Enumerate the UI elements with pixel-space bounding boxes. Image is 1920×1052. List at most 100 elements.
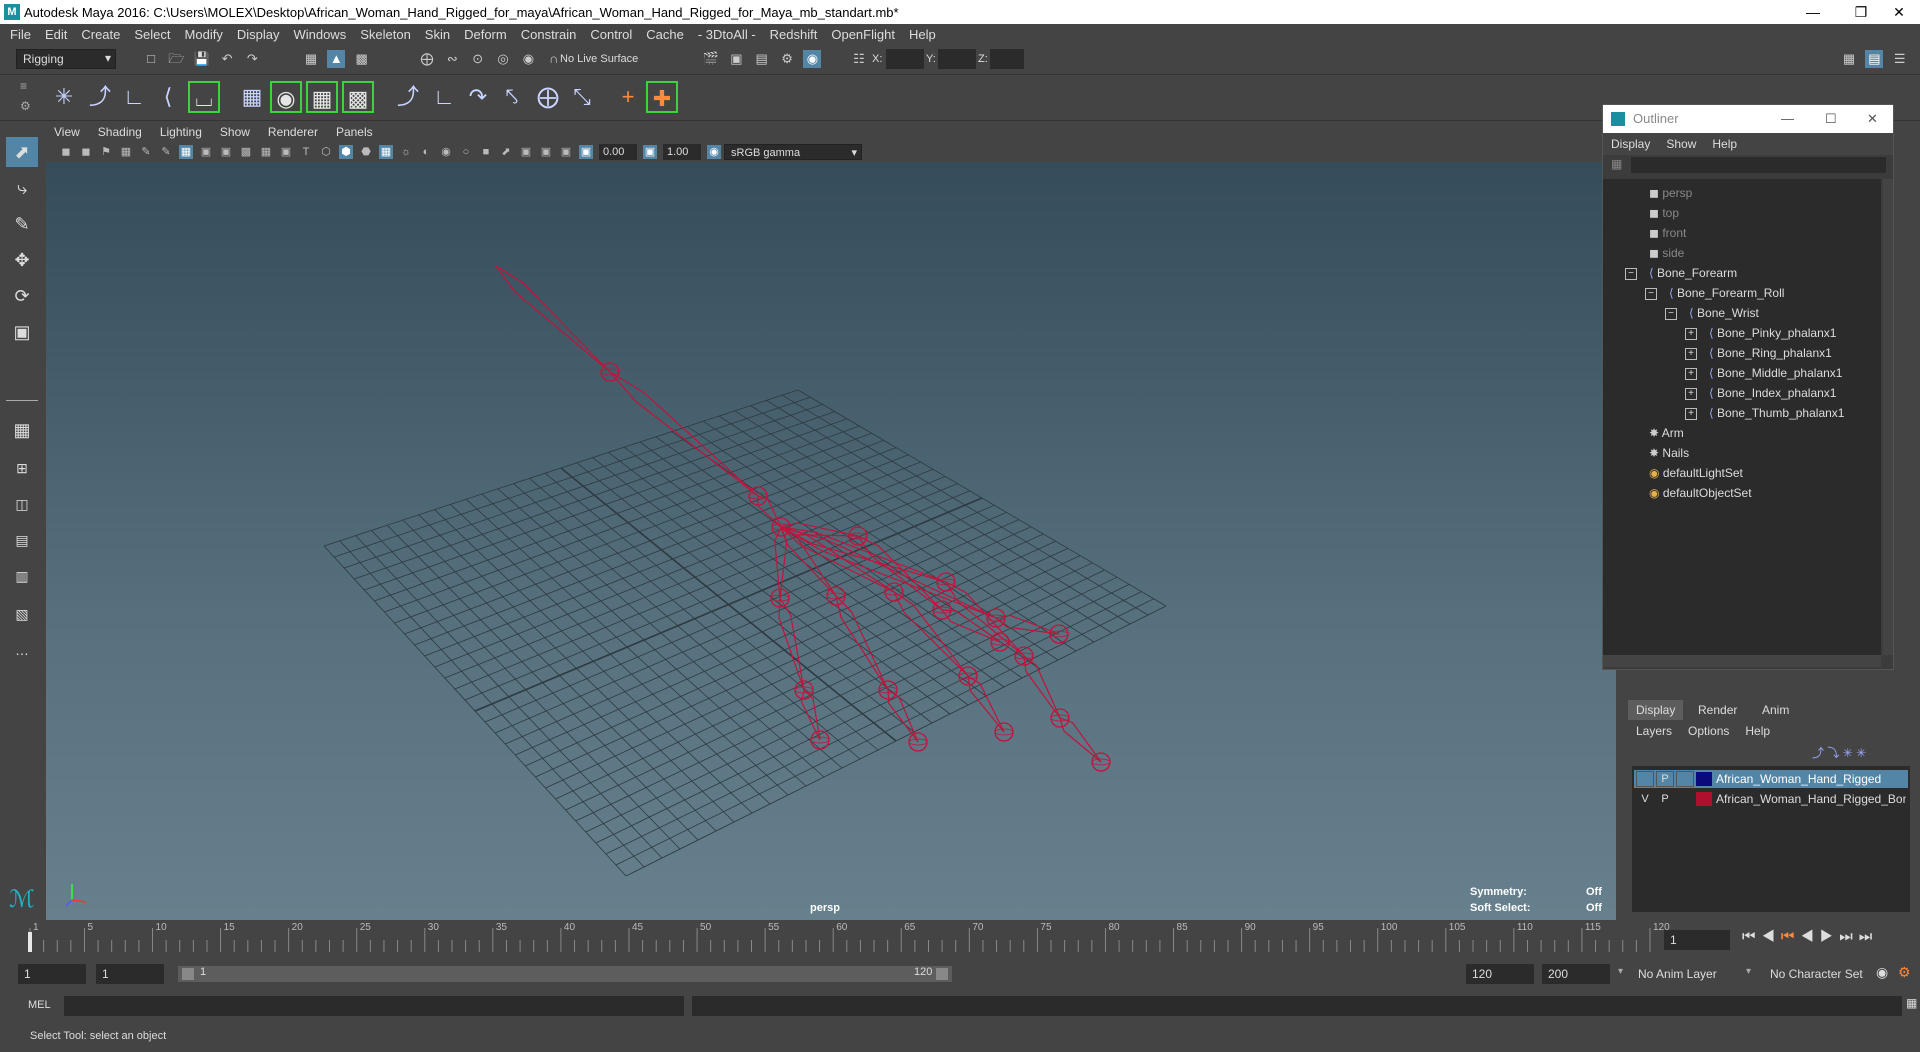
outliner-item[interactable]: ⟨ Bone_Thumb_phalanx1	[1709, 403, 1844, 423]
bookmark-icon[interactable]: ⚑	[99, 145, 113, 159]
menu-cache[interactable]: Cache	[646, 27, 684, 42]
smooth-shade-icon[interactable]: ⬢	[339, 145, 353, 159]
expand-icon[interactable]: +	[1685, 328, 1697, 340]
remove-influence-icon[interactable]: ✚	[646, 81, 678, 113]
snap-grid-icon[interactable]: ⨁	[418, 50, 436, 68]
step-back-icon[interactable]: ◀	[1762, 928, 1781, 945]
exposure-field[interactable]: 0.00	[599, 144, 637, 160]
pole-vector-icon[interactable]: ⤡	[566, 81, 598, 113]
menu-select[interactable]: Select	[134, 27, 170, 42]
point-constraint-icon[interactable]: ⤴	[392, 81, 424, 113]
outliner-menu-help[interactable]: Help	[1712, 137, 1737, 151]
step-forward-key-icon[interactable]: ⏭	[1839, 928, 1859, 945]
menu-redshift[interactable]: Redshift	[770, 27, 818, 42]
undo-icon[interactable]: ↶	[218, 50, 236, 68]
playback-end-field[interactable]: 120	[1466, 964, 1534, 984]
preferences-icon[interactable]: ⚙	[1898, 964, 1911, 981]
expand-icon[interactable]: +	[1685, 368, 1697, 380]
playback-toggle[interactable]: P	[1656, 771, 1674, 787]
safe-action-icon[interactable]: ▣	[279, 145, 293, 159]
current-frame-field[interactable]: 1	[1664, 930, 1730, 950]
visibility-toggle[interactable]	[1636, 771, 1654, 787]
gate-mask-icon[interactable]: ▩	[239, 145, 253, 159]
wireframe-on-shaded-icon[interactable]: ⬣	[359, 145, 373, 159]
command-input[interactable]	[64, 996, 684, 1016]
range-start-handle[interactable]	[182, 968, 194, 980]
select-component-icon[interactable]: ▩	[353, 50, 371, 68]
layer-menu-options[interactable]: Options	[1688, 724, 1729, 738]
y-field[interactable]	[938, 49, 976, 69]
playback-start-field[interactable]: 1	[96, 964, 164, 984]
outliner-horizontal-scrollbar[interactable]	[1603, 655, 1881, 667]
hypershade-layout-icon[interactable]: ▥	[6, 561, 38, 591]
camera-lock-icon[interactable]: ◼	[79, 145, 93, 159]
chevron-down-icon[interactable]: ▾	[1618, 966, 1623, 977]
transform-input-icon[interactable]: ☷	[850, 50, 868, 68]
expand-icon[interactable]: +	[1685, 408, 1697, 420]
character-set-dropdown[interactable]: No Character Set	[1764, 964, 1874, 984]
filter-icon[interactable]: ▦	[1611, 157, 1622, 171]
outliner-item[interactable]: ⟨ Bone_Forearm_Roll	[1669, 283, 1784, 303]
uv-layout-icon[interactable]: ▧	[6, 599, 38, 629]
animation-start-field[interactable]: 1	[18, 964, 86, 984]
playback-toggle[interactable]: P	[1656, 791, 1674, 807]
outliner-item[interactable]: ⟨ Bone_Pinky_phalanx1	[1709, 323, 1836, 343]
hypershade-icon[interactable]: ◉	[803, 50, 822, 68]
persp-graph-icon[interactable]: ▤	[6, 525, 38, 555]
save-scene-icon[interactable]: 💾	[193, 50, 211, 68]
color-management-icon[interactable]: ◉	[707, 145, 721, 159]
outliner-item[interactable]: ◼ persp	[1649, 183, 1692, 203]
persp-outliner-icon[interactable]: ◫	[6, 489, 38, 519]
viewport-menu-view[interactable]: View	[54, 125, 80, 139]
range-end-handle[interactable]	[936, 968, 948, 980]
outliner-item[interactable]: ⟨ Bone_Middle_phalanx1	[1709, 363, 1842, 383]
viewport-menu-lighting[interactable]: Lighting	[160, 125, 202, 139]
xray-components-icon[interactable]: ▣	[559, 145, 573, 159]
layer-menu-help[interactable]: Help	[1745, 724, 1770, 738]
grid-icon[interactable]: ▦	[179, 145, 193, 159]
new-empty-layer-icon[interactable]: ✳	[1843, 746, 1853, 760]
menu-openflight[interactable]: OpenFlight	[831, 27, 895, 42]
tab-anim[interactable]: Anim	[1754, 700, 1797, 720]
shelf-tabs-icon[interactable]: ≡	[20, 79, 27, 93]
screen-space-ao-icon[interactable]: ◉	[439, 145, 453, 159]
chevron-down-icon[interactable]: ▾	[1746, 966, 1751, 977]
go-to-end-icon[interactable]: ⏭	[1859, 928, 1879, 945]
xray-joints-icon[interactable]: ▣	[539, 145, 553, 159]
live-surface-label[interactable]: No Live Surface	[560, 53, 638, 65]
menuset-dropdown[interactable]: Rigging ▾	[16, 49, 116, 69]
color-space-dropdown[interactable]: sRGB gamma ▾	[724, 144, 862, 160]
new-scene-icon[interactable]: □	[142, 50, 160, 68]
layer-row[interactable]: V P African_Woman_Hand_Rigged_Bon	[1634, 790, 1908, 808]
layer-row[interactable]: P African_Woman_Hand_Rigged	[1634, 770, 1908, 788]
render-settings-icon[interactable]: ⚙	[778, 50, 796, 68]
hand-skeleton[interactable]	[46, 162, 1616, 920]
collapse-icon[interactable]: −	[1665, 308, 1677, 320]
bind-skin-icon[interactable]: ▦	[236, 81, 268, 113]
outliner-vertical-scrollbar[interactable]	[1883, 179, 1893, 655]
outliner-item[interactable]: ⟨ Bone_Index_phalanx1	[1709, 383, 1836, 403]
outliner-menu-show[interactable]: Show	[1666, 137, 1696, 151]
exposure-icon[interactable]: ▣	[579, 145, 593, 159]
mirror-joint-icon[interactable]: ⟨	[152, 81, 184, 113]
time-slider[interactable]: 1 5 10 15 20 25 30 35 40 45 50 55 60 65 70 75 80 85 90 95 10…	[24, 922, 1670, 952]
outliner-search-input[interactable]	[1631, 157, 1886, 173]
outliner-item[interactable]: ◼ front	[1649, 223, 1686, 243]
menu-windows[interactable]: Windows	[293, 27, 346, 42]
parent-constraint-icon[interactable]: ⨁	[532, 81, 564, 113]
move-layer-down-icon[interactable]: ⤵	[1827, 746, 1839, 760]
single-perspective-icon[interactable]: ▦	[6, 415, 38, 445]
display-type-toggle[interactable]	[1676, 791, 1694, 807]
command-language-label[interactable]: MEL	[28, 999, 51, 1011]
snap-surface-icon[interactable]: ◉	[519, 50, 537, 68]
scale-tool-icon[interactable]: ▣	[6, 317, 38, 347]
play-backwards-icon[interactable]: ◀	[1800, 928, 1819, 945]
custom-layout-icon[interactable]: …	[6, 635, 38, 665]
ik-handle-icon[interactable]: ⤴	[84, 81, 116, 113]
lasso-tool-icon[interactable]: ⤷	[6, 173, 38, 203]
menu-3dtoall[interactable]: - 3DtoAll -	[698, 27, 756, 42]
lattice-icon[interactable]: ▦	[306, 81, 338, 113]
add-influence-icon[interactable]: +	[612, 81, 644, 113]
new-layer-selected-icon[interactable]: ✳	[1856, 746, 1866, 760]
close-icon[interactable]: ✕	[1876, 0, 1920, 24]
